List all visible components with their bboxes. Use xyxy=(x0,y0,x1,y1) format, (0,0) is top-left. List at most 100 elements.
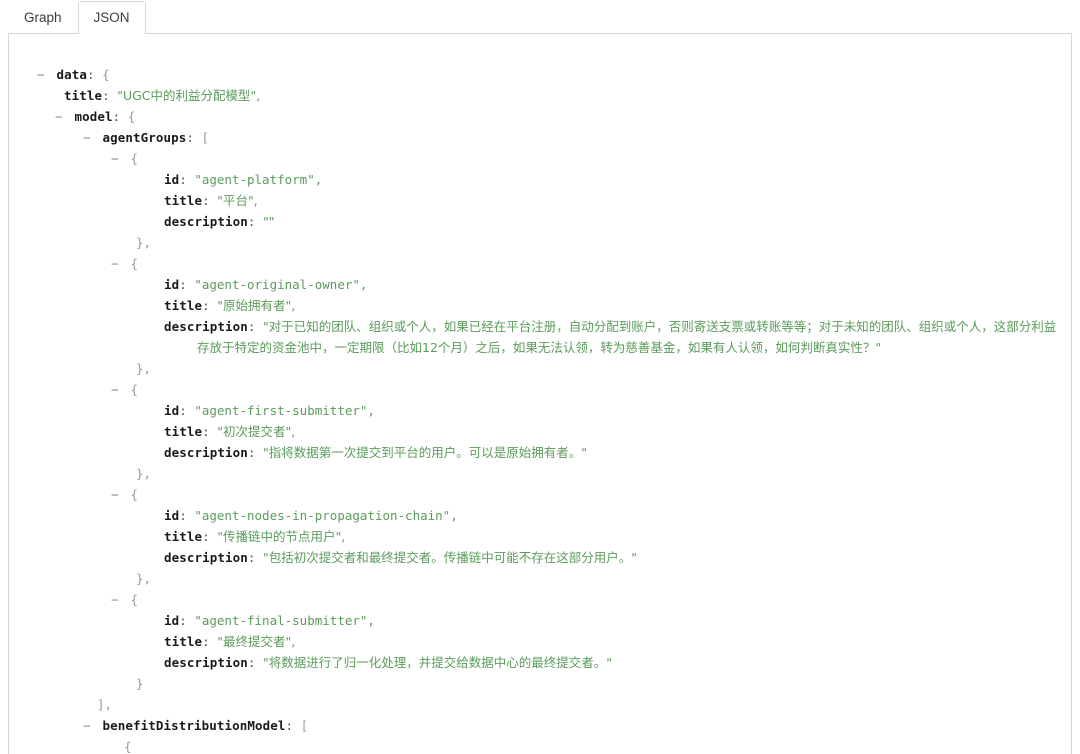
json-node-data[interactable]: − data: { xyxy=(9,64,1071,85)
json-pair-title: title: "初次提交者", xyxy=(9,421,1071,442)
json-array-item-partial[interactable]: { xyxy=(9,736,1071,754)
key-data: data xyxy=(57,67,88,82)
value-id: "agent-final-submitter", xyxy=(194,613,375,628)
json-item-close: }, xyxy=(9,232,1071,253)
colon: : xyxy=(248,445,256,460)
key-id: id xyxy=(164,403,179,418)
collapse-toggle-icon[interactable]: − xyxy=(111,379,123,400)
tab-graph-label: Graph xyxy=(24,10,62,25)
key-description: description xyxy=(164,550,248,565)
json-pair-id: id: "agent-platform", xyxy=(9,169,1071,190)
key-title: title xyxy=(64,88,102,103)
json-pair-title: title: "传播链中的节点用户", xyxy=(9,526,1071,547)
key-title: title xyxy=(164,529,202,544)
collapse-toggle-icon[interactable]: − xyxy=(55,106,67,127)
colon: : xyxy=(248,319,256,334)
colon: : xyxy=(179,613,187,628)
collapse-toggle-icon[interactable]: − xyxy=(111,253,123,274)
colon: : xyxy=(179,172,187,187)
value-description: "将数据进行了归一化处理，并提交给数据中心的最终提交者。" xyxy=(263,655,612,670)
key-agentGroups: agentGroups xyxy=(103,130,187,145)
value-id: "agent-first-submitter", xyxy=(194,403,375,418)
item-open-brace: { xyxy=(131,592,139,607)
json-pair-title: title: "平台", xyxy=(9,190,1071,211)
colon: : xyxy=(87,67,95,82)
colon: : xyxy=(248,655,256,670)
collapse-toggle-icon[interactable]: − xyxy=(111,484,123,505)
item-open-brace: { xyxy=(131,487,139,502)
colon: : xyxy=(248,214,256,229)
json-pair-id: id: "agent-final-submitter", xyxy=(9,610,1071,631)
colon: : xyxy=(202,424,210,439)
json-pair-description: description: "指将数据第一次提交到平台的用户。可以是原始拥有者。" xyxy=(9,442,1071,463)
value-description: "指将数据第一次提交到平台的用户。可以是原始拥有者。" xyxy=(263,445,587,460)
colon: : xyxy=(248,550,256,565)
key-id: id xyxy=(164,613,179,628)
json-node-model[interactable]: − model: { xyxy=(9,106,1071,127)
json-panel: − data: { title: "UGC中的利益分配模型", − model:… xyxy=(8,33,1072,754)
value-title: "原始拥有者", xyxy=(217,298,295,313)
collapse-toggle-icon[interactable]: − xyxy=(111,589,123,610)
item-open-brace: { xyxy=(131,382,139,397)
json-pair-description: description: "将数据进行了归一化处理，并提交给数据中心的最终提交者… xyxy=(9,652,1071,673)
key-id: id xyxy=(164,277,179,292)
key-id: id xyxy=(164,172,179,187)
item-open-brace: { xyxy=(131,151,139,166)
colon: : xyxy=(179,403,187,418)
colon: : xyxy=(179,508,187,523)
item-close-brace: }, xyxy=(136,361,151,376)
json-tree[interactable]: − data: { title: "UGC中的利益分配模型", − model:… xyxy=(9,34,1071,754)
agent-groups-close-bracket: ], xyxy=(97,697,112,712)
data-open-brace: { xyxy=(102,67,110,82)
colon: : xyxy=(186,130,194,145)
json-pair-title: title: "UGC中的利益分配模型", xyxy=(9,85,1071,106)
tab-json-label: JSON xyxy=(94,10,130,25)
json-pair-title: title: "原始拥有者", xyxy=(9,295,1071,316)
collapse-toggle-icon[interactable]: − xyxy=(111,148,123,169)
key-benefitDistributionModel: benefitDistributionModel xyxy=(103,718,286,733)
item-close-brace: }, xyxy=(136,466,151,481)
json-array-item[interactable]: − { xyxy=(9,148,1071,169)
json-root-brace xyxy=(9,43,1071,64)
json-pair-id: id: "agent-nodes-in-propagation-chain", xyxy=(9,505,1071,526)
json-array-item[interactable]: − { xyxy=(9,484,1071,505)
json-node-benefit-distribution-model[interactable]: − benefitDistributionModel: [ xyxy=(9,715,1071,736)
key-title: title xyxy=(164,424,202,439)
value-title: "UGC中的利益分配模型", xyxy=(117,88,260,103)
json-array-item[interactable]: − { xyxy=(9,589,1071,610)
tab-graph[interactable]: Graph xyxy=(8,1,78,33)
key-description: description xyxy=(164,445,248,460)
collapse-toggle-icon[interactable]: − xyxy=(83,127,95,148)
value-title: "平台", xyxy=(217,193,257,208)
colon: : xyxy=(202,298,210,313)
key-id: id xyxy=(164,508,179,523)
key-title: title xyxy=(164,298,202,313)
item-open-brace: { xyxy=(124,739,132,754)
json-pair-id: id: "agent-original-owner", xyxy=(9,274,1071,295)
json-pair-description: description: "包括初次提交者和最终提交者。传播链中可能不存在这部分… xyxy=(9,547,1071,568)
json-pair-description: description: "" xyxy=(9,211,1071,232)
collapse-toggle-icon[interactable]: − xyxy=(83,715,95,736)
json-item-close: }, xyxy=(9,568,1071,589)
colon: : xyxy=(202,529,210,544)
json-array-item[interactable]: − { xyxy=(9,253,1071,274)
colon: : xyxy=(286,718,294,733)
key-title: title xyxy=(164,634,202,649)
key-description: description xyxy=(164,319,248,334)
value-id: "agent-platform", xyxy=(194,172,322,187)
value-id: "agent-original-owner", xyxy=(194,277,367,292)
json-pair-description: description: "对于已知的团队、组织或个人，如果已经在平台注册，自动… xyxy=(9,316,1071,358)
item-close-brace: }, xyxy=(136,235,151,250)
item-close-brace: }, xyxy=(136,571,151,586)
model-open-brace: { xyxy=(128,109,136,124)
item-close-brace-last: } xyxy=(136,676,144,691)
json-node-agent-groups[interactable]: − agentGroups: [ xyxy=(9,127,1071,148)
tab-json[interactable]: JSON xyxy=(78,1,146,33)
json-array-item[interactable]: − { xyxy=(9,379,1071,400)
json-item-close: } xyxy=(9,673,1071,694)
key-model: model xyxy=(75,109,113,124)
collapse-toggle-icon[interactable]: − xyxy=(37,64,49,85)
json-item-close: }, xyxy=(9,358,1071,379)
value-title: "传播链中的节点用户", xyxy=(217,529,345,544)
agent-groups-open-bracket: [ xyxy=(201,130,209,145)
